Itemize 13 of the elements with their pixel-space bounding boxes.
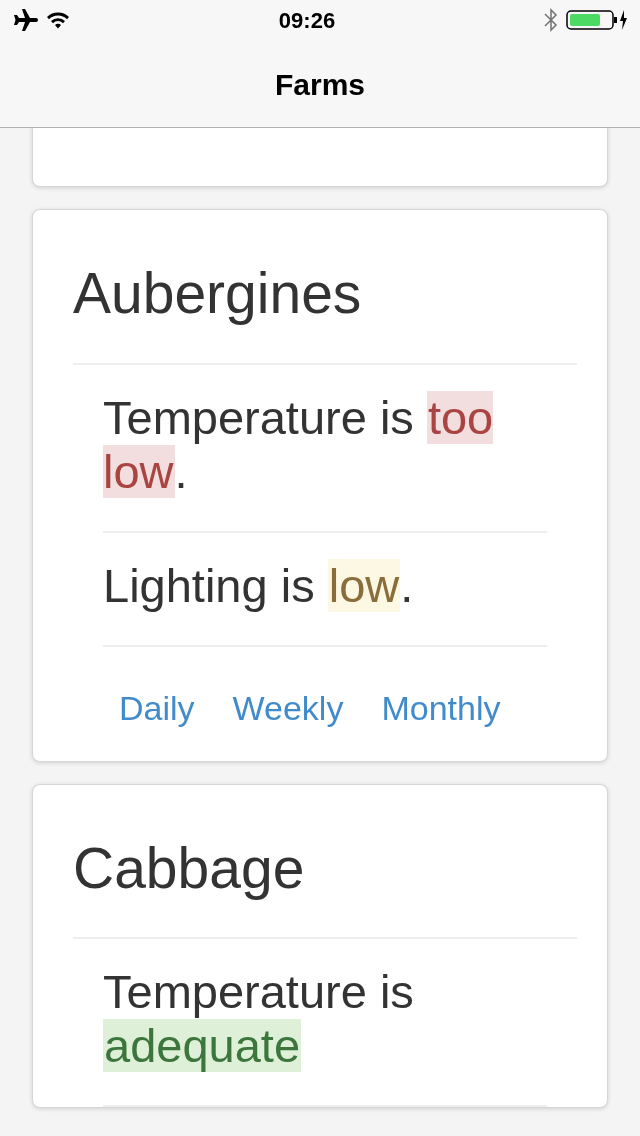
- nav-title: Farms: [274, 66, 365, 103]
- farm-title: Aubergines: [73, 260, 363, 327]
- status-sentence: Lighting is low.: [103, 532, 547, 647]
- period-link[interactable]: Weekly: [232, 690, 344, 725]
- period-link[interactable]: Daily: [119, 690, 195, 725]
- battery-icon: [566, 9, 628, 31]
- wifi-icon: [46, 11, 70, 29]
- airplane-icon: [12, 9, 38, 31]
- period-link[interactable]: Monthly: [381, 690, 501, 725]
- status-sentence: Temperature is adequate: [103, 939, 547, 1108]
- clock-time: 09:26: [278, 6, 336, 35]
- bluetooth-icon: [544, 7, 558, 33]
- farm-title: Cabbage: [73, 834, 306, 902]
